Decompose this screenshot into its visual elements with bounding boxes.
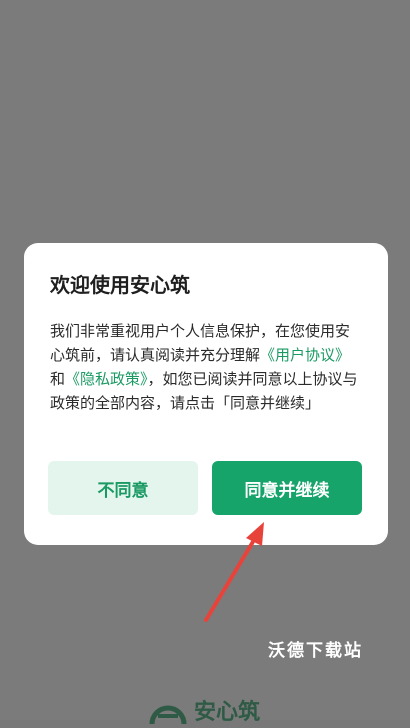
agree-and-continue-button[interactable]: 同意并继续 xyxy=(212,461,362,515)
logo-text: 安心筑 xyxy=(194,700,261,725)
disagree-button[interactable]: 不同意 xyxy=(48,461,198,515)
privacy-policy-link[interactable]: 《隐私政策》 xyxy=(65,370,148,388)
app-logo: 安心筑 xyxy=(148,700,278,725)
dialog-title: 欢迎使用安心筑 xyxy=(50,273,190,297)
dialog-body: 我们非常重视用户个人信息保护，在您使用安心筑前，请认真阅读并充分理解《用户协议》… xyxy=(50,319,362,415)
logo-icon xyxy=(149,705,187,725)
app-screen-dimmed: 欢迎使用安心筑 我们非常重视用户个人信息保护，在您使用安心筑前，请认真阅读并充分… xyxy=(0,0,410,725)
dialog-button-row: 不同意 同意并继续 xyxy=(48,461,362,515)
privacy-consent-dialog: 欢迎使用安心筑 我们非常重视用户个人信息保护，在您使用安心筑前，请认真阅读并充分… xyxy=(24,243,388,545)
body-text-and: 和 xyxy=(50,370,66,388)
user-agreement-link[interactable]: 《用户协议》 xyxy=(260,346,350,364)
watermark-text: 沃德下载站 xyxy=(268,641,363,661)
